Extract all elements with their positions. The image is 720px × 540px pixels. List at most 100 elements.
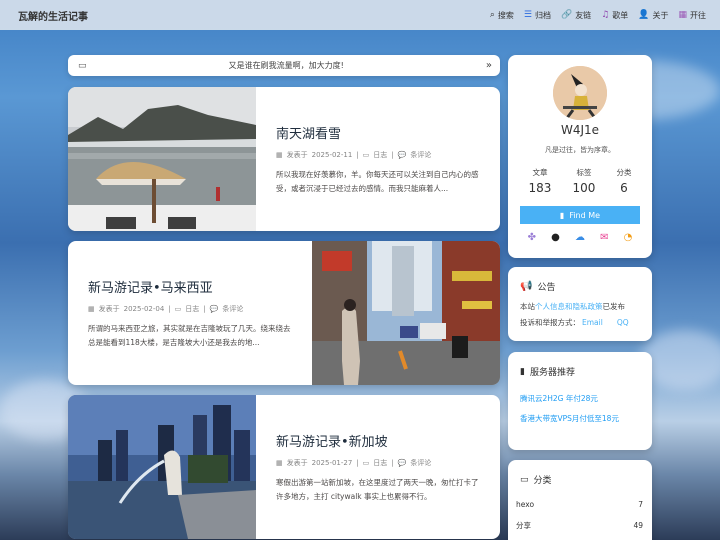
meta-divider: | <box>356 150 359 159</box>
music-icon: ♫ <box>601 10 610 20</box>
post-excerpt: 所以我现在好羡慕你，羊。你每天还可以关注到自己内心的感受，或者沉浸于已经过去的感… <box>276 169 479 193</box>
folder-icon: ▭ <box>362 150 370 159</box>
cloud-icon[interactable]: ☁ <box>575 232 585 243</box>
rss-icon[interactable]: ◔ <box>624 232 633 243</box>
avatar[interactable] <box>553 66 607 120</box>
stat-value: 6 <box>620 181 628 195</box>
stat-categories[interactable]: 分类 6 <box>616 167 631 195</box>
author-card: W4J1e 凡是过往，皆为序章。 文章 183 标签 100 分类 6 ▮ Find … <box>508 55 652 258</box>
categories-title: 分类 <box>533 476 552 486</box>
site-name[interactable]: 瓦解的生活记事 <box>18 8 88 23</box>
nav-search[interactable]: ⌕ 搜索 <box>490 10 514 21</box>
ann-text: 本站 <box>520 302 535 311</box>
comments-icon: 💬 <box>209 304 219 313</box>
nav-label: 开往 <box>690 10 706 20</box>
server-title: 服务器推荐 <box>529 368 575 378</box>
privacy-policy-link[interactable]: 个人信息和隐私政策 <box>535 302 603 311</box>
announcement-card: 📢 公告 本站个人信息和隐私政策已发布 投诉和举报方式： Email QQ <box>508 267 652 341</box>
post-card[interactable]: 新马游记录•马来西亚 ▦ 发表于 2025-02-04 | ▭ 日志 | 💬 条… <box>68 241 500 385</box>
nav-label: 歌单 <box>612 10 629 20</box>
post-comments[interactable]: 条评论 <box>410 458 431 468</box>
date-prefix: 发表于 <box>286 150 308 159</box>
server-link[interactable]: 腾讯云2H2G 年付28元 <box>520 393 640 405</box>
post-thumbnail[interactable] <box>312 241 500 385</box>
github-icon[interactable]: ● <box>551 232 560 243</box>
stat-tags[interactable]: 标签 100 <box>573 167 596 195</box>
post-date: 2025-02-11 <box>311 150 353 159</box>
email-link[interactable]: Email <box>582 318 603 327</box>
post-category[interactable]: 日志 <box>185 304 199 314</box>
find-me-label: Find Me <box>569 210 601 220</box>
post-category[interactable]: 日志 <box>373 150 387 160</box>
category-item[interactable]: hexo 7 <box>508 494 652 515</box>
post-content: 新马游记录•新加坡 ▦ 发表于 2025-01-27 | ▭ 日志 | 💬 条评… <box>256 395 500 539</box>
category-name: 分享 <box>516 521 531 530</box>
server-link[interactable]: 香港大带宽VPS月付低至18元 <box>520 413 640 425</box>
announcement-title: 公告 <box>537 283 556 293</box>
stat-value: 100 <box>572 181 596 195</box>
calendar-icon: ▦ <box>276 458 283 467</box>
calendar-icon: ▦ <box>276 150 283 159</box>
server-card: ▮ 服务器推荐 腾讯云2H2G 年付28元 香港大带宽VPS月付低至18元 <box>508 352 652 450</box>
post-excerpt: 所谓的马来西亚之旅，其实就是在吉隆坡玩了几天。绕来绕去总是能看到118大楼，是吉… <box>88 323 291 347</box>
stat-label: 文章 <box>532 168 548 177</box>
merlion-image <box>68 395 256 539</box>
notice-text: 又是谁在刷我流量啊，加大力度! <box>228 61 344 70</box>
post-meta: ▦ 发表于 2025-01-27 | ▭ 日志 | 💬 条评论 <box>276 458 480 468</box>
author-desc: 凡是过往，皆为序章。 <box>545 146 615 154</box>
category-count: 49 <box>633 521 643 530</box>
meta-divider: | <box>391 458 394 467</box>
stat-articles[interactable]: 文章 183 <box>529 167 552 195</box>
bookmark-icon: ▮ <box>520 366 525 377</box>
categories-card: ▭ 分类 hexo 7 分享 49 日志115 <box>508 460 652 540</box>
nav-label: 搜索 <box>497 10 514 20</box>
nav-label: 关于 <box>652 10 669 20</box>
category-item[interactable]: 分享 49 <box>508 515 652 536</box>
post-content: 南天湖看雪 ▦ 发表于 2025-02-11 | ▭ 日志 | 💬 条评论 所以… <box>256 87 500 231</box>
folder-icon: ▭ <box>362 458 370 467</box>
post-comments[interactable]: 条评论 <box>222 304 243 314</box>
post-thumbnail[interactable] <box>68 395 256 539</box>
snow-lake-image <box>68 87 256 231</box>
post-title[interactable]: 新马游记录•新加坡 <box>276 431 480 450</box>
nav-music[interactable]: ♫ 歌单 <box>601 10 628 21</box>
post-title[interactable]: 新马游记录•马来西亚 <box>88 277 292 296</box>
post-meta: ▦ 发表于 2025-02-11 | ▭ 日志 | 💬 条评论 <box>276 150 480 160</box>
stat-label: 标签 <box>576 168 592 177</box>
qq-link[interactable]: QQ <box>617 318 629 327</box>
comments-icon: 💬 <box>397 458 407 467</box>
stat-label: 分类 <box>616 168 632 177</box>
folder-icon: ▭ <box>174 304 182 313</box>
post-title[interactable]: 南天湖看雪 <box>276 123 480 142</box>
nav-about[interactable]: 👤 关于 <box>638 10 668 21</box>
post-thumbnail[interactable] <box>68 87 256 231</box>
category-item[interactable]: 日志115 <box>508 536 652 540</box>
announcement-head: 📢 公告 <box>520 280 640 293</box>
post-card[interactable]: 新马游记录•新加坡 ▦ 发表于 2025-01-27 | ▭ 日志 | 💬 条评… <box>68 395 500 539</box>
double-chevron-right-icon[interactable]: » <box>486 60 492 71</box>
post-meta: ▦ 发表于 2025-02-04 | ▭ 日志 | 💬 条评论 <box>88 304 292 314</box>
post-date: 2025-01-27 <box>311 458 353 467</box>
post-comments[interactable]: 条评论 <box>410 150 431 160</box>
meta-divider: | <box>203 304 206 313</box>
nav-links[interactable]: 🔗 友链 <box>561 10 591 21</box>
bookmark-icon: ▮ <box>559 210 565 220</box>
post-category[interactable]: 日志 <box>373 458 387 468</box>
nav-travel[interactable]: ▦ 开往 <box>678 10 706 21</box>
nav-archive[interactable]: ☰ 归档 <box>524 10 551 21</box>
message-icon: ▭ <box>78 60 87 71</box>
travel-icon: ▦ <box>678 10 687 20</box>
bg-cloud <box>640 330 720 390</box>
avatar-illustration <box>553 66 607 120</box>
archive-icon: ☰ <box>523 10 532 20</box>
categories-head: ▭ 分类 <box>508 473 652 487</box>
category-count: 7 <box>638 500 643 509</box>
person-icon: 👤 <box>638 10 650 20</box>
notice-bar[interactable]: ▭ 又是谁在刷我流量啊，加大力度! » <box>68 55 500 76</box>
mail-icon[interactable]: ✉ <box>600 232 608 243</box>
post-excerpt: 寒假出游第一站新加坡，在这里度过了两天一晚，匆忙打卡了许多地方，主打 cityw… <box>276 477 479 501</box>
pinwheel-icon[interactable]: ✤ <box>528 232 536 243</box>
post-content: 新马游记录•马来西亚 ▦ 发表于 2025-02-04 | ▭ 日志 | 💬 条… <box>68 241 312 385</box>
find-me-button[interactable]: ▮ Find Me <box>520 206 640 224</box>
post-card[interactable]: 南天湖看雪 ▦ 发表于 2025-02-11 | ▭ 日志 | 💬 条评论 所以… <box>68 87 500 231</box>
